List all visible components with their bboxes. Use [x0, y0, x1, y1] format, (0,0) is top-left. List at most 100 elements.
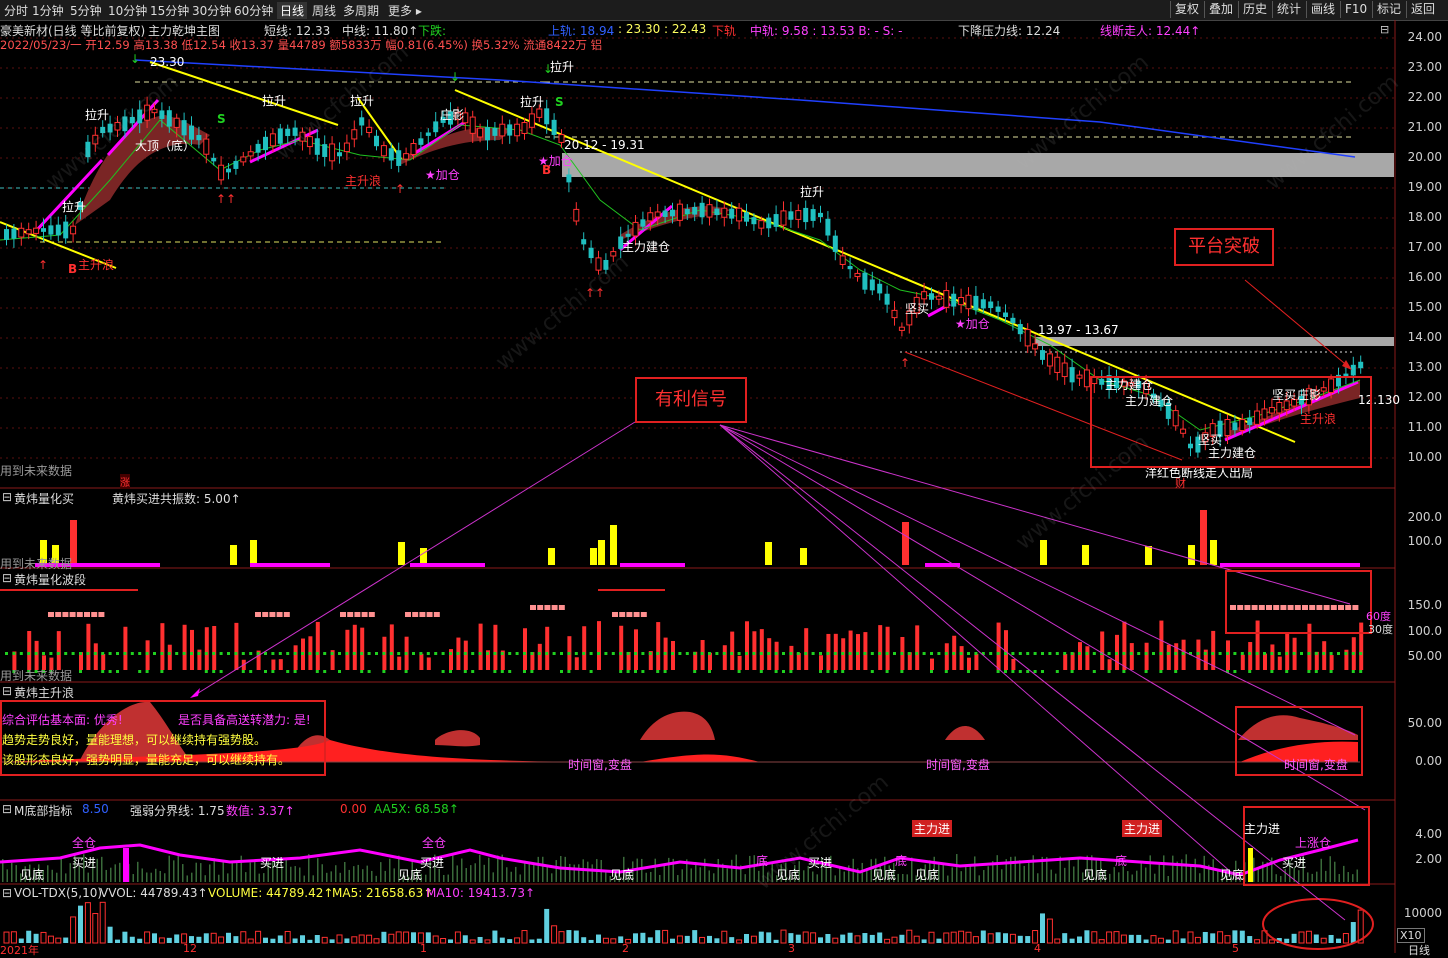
wave-dot	[1159, 652, 1163, 655]
m-bar	[708, 870, 710, 882]
wave-bar	[101, 654, 106, 670]
wave-dot	[833, 670, 837, 673]
m-bar	[1167, 875, 1169, 882]
wave-bar	[656, 622, 661, 670]
wave-dot	[641, 652, 645, 655]
candle-body	[181, 120, 187, 136]
wave-bar	[1070, 652, 1075, 670]
volume-bar	[1342, 933, 1349, 944]
wave-dot	[730, 652, 734, 655]
m-bar	[114, 864, 116, 882]
candle-body	[744, 212, 749, 222]
shangjia-label: 上涨仓	[1295, 836, 1332, 850]
m-bar	[195, 862, 197, 882]
wave-bar	[671, 641, 675, 670]
tab-period-weekly[interactable]: 周线	[312, 2, 336, 19]
panel5-title[interactable]: VOL-TDX(5,10)	[14, 886, 102, 900]
wave-dot	[404, 652, 408, 655]
m-bar	[1199, 873, 1201, 882]
collapse-icon[interactable]: ⊟	[2, 886, 12, 900]
diamond-marker	[98, 612, 105, 617]
wave-bar	[597, 621, 601, 670]
tab-period-15min[interactable]: 15分钟	[150, 2, 189, 19]
m-bar	[119, 862, 121, 882]
collapse-icon[interactable]: ⊟	[2, 571, 12, 585]
pressure-line-value: 下降压力线: 12.24	[958, 24, 1061, 38]
fuquan-button[interactable]: 复权	[1170, 1, 1203, 18]
tab-period-daily[interactable]: 日线	[277, 2, 308, 19]
diamond-marker	[426, 612, 433, 617]
buy-bar	[1188, 545, 1195, 565]
tab-period-5min[interactable]: 5分钟	[70, 2, 102, 19]
f10-button[interactable]: F10	[1340, 1, 1371, 18]
wave-dot	[249, 670, 253, 673]
tab-period-more[interactable]: 更多 ▸	[388, 2, 422, 19]
wave-bar	[796, 653, 801, 670]
m-bar	[393, 868, 395, 882]
volume-bar	[1313, 934, 1319, 943]
wave-dot	[1233, 670, 1237, 673]
angle-30-label: 30度	[1368, 623, 1393, 636]
candle-body	[1040, 350, 1045, 360]
wave-dot	[145, 670, 149, 673]
wave-bar	[1322, 641, 1327, 670]
m-bar	[488, 857, 490, 882]
volume-bar	[78, 905, 83, 943]
panel-options-icon[interactable]: ⊟	[1380, 23, 1389, 36]
wave-bar	[278, 659, 283, 670]
volume-bar	[795, 934, 801, 943]
collapse-icon[interactable]: ⊟	[2, 490, 12, 504]
history-button[interactable]: 历史	[1238, 1, 1271, 18]
m-bar	[1145, 867, 1147, 882]
m-bar	[321, 864, 323, 882]
down-arrow-icon: ↓	[130, 52, 141, 66]
diamond-marker	[84, 612, 90, 617]
m-bar	[690, 868, 692, 882]
cai-label: 财	[1175, 477, 1186, 490]
candle-body	[566, 174, 572, 183]
candle-body	[1061, 362, 1068, 378]
m-bar	[330, 871, 332, 882]
wave-dot	[241, 652, 245, 655]
wave-dot	[1285, 670, 1289, 673]
tab-period-multi[interactable]: 多周期	[343, 2, 379, 19]
wave-dot	[789, 670, 793, 673]
tab-period-30min[interactable]: 30分钟	[192, 2, 231, 19]
candle-body	[929, 293, 934, 300]
wave-dot	[537, 652, 541, 655]
volume-bar	[758, 931, 764, 943]
wave-bar	[182, 624, 187, 670]
mairu-label: 买进	[420, 856, 445, 870]
stats-button[interactable]: 统计	[1272, 1, 1305, 18]
wave-dot	[589, 652, 593, 655]
price-tick: 13.00	[1407, 360, 1442, 374]
m-bar	[150, 872, 152, 882]
panel2-title[interactable]: 黄炜量化波段	[14, 571, 86, 588]
wave-bar	[819, 655, 823, 670]
wave-bar	[1226, 640, 1230, 670]
volume-bar	[137, 938, 143, 943]
overlay-button[interactable]: 叠加	[1204, 1, 1237, 18]
wave-bar	[352, 624, 357, 670]
panel3-title[interactable]: 黄炜主升浪	[14, 684, 74, 701]
collapse-icon[interactable]: ⊟	[2, 684, 12, 698]
m-bar	[110, 867, 112, 882]
volume-bar	[1025, 936, 1031, 943]
candle-body	[469, 116, 476, 134]
m-bar	[1023, 865, 1025, 882]
draw-line-button[interactable]: 画线	[1306, 1, 1339, 18]
zhang-label: 涨	[120, 474, 130, 489]
collapse-icon[interactable]: ⊟	[2, 802, 12, 816]
tab-period-1min[interactable]: 1分钟	[32, 2, 64, 19]
mark-button[interactable]: 标记	[1372, 1, 1405, 18]
wave-dot	[693, 652, 697, 655]
wave-bar	[789, 645, 794, 670]
tab-period-10min[interactable]: 10分钟	[108, 2, 147, 19]
m-bar	[182, 864, 184, 882]
back-button[interactable]: 返回	[1406, 1, 1439, 18]
tab-period-fenshi[interactable]: 分时	[4, 2, 28, 19]
m-bar	[834, 875, 836, 882]
panel4-title[interactable]: M底部指标	[14, 802, 72, 819]
tab-period-60min[interactable]: 60分钟	[234, 2, 273, 19]
panel1-title[interactable]: 黄炜量化买	[14, 490, 74, 507]
